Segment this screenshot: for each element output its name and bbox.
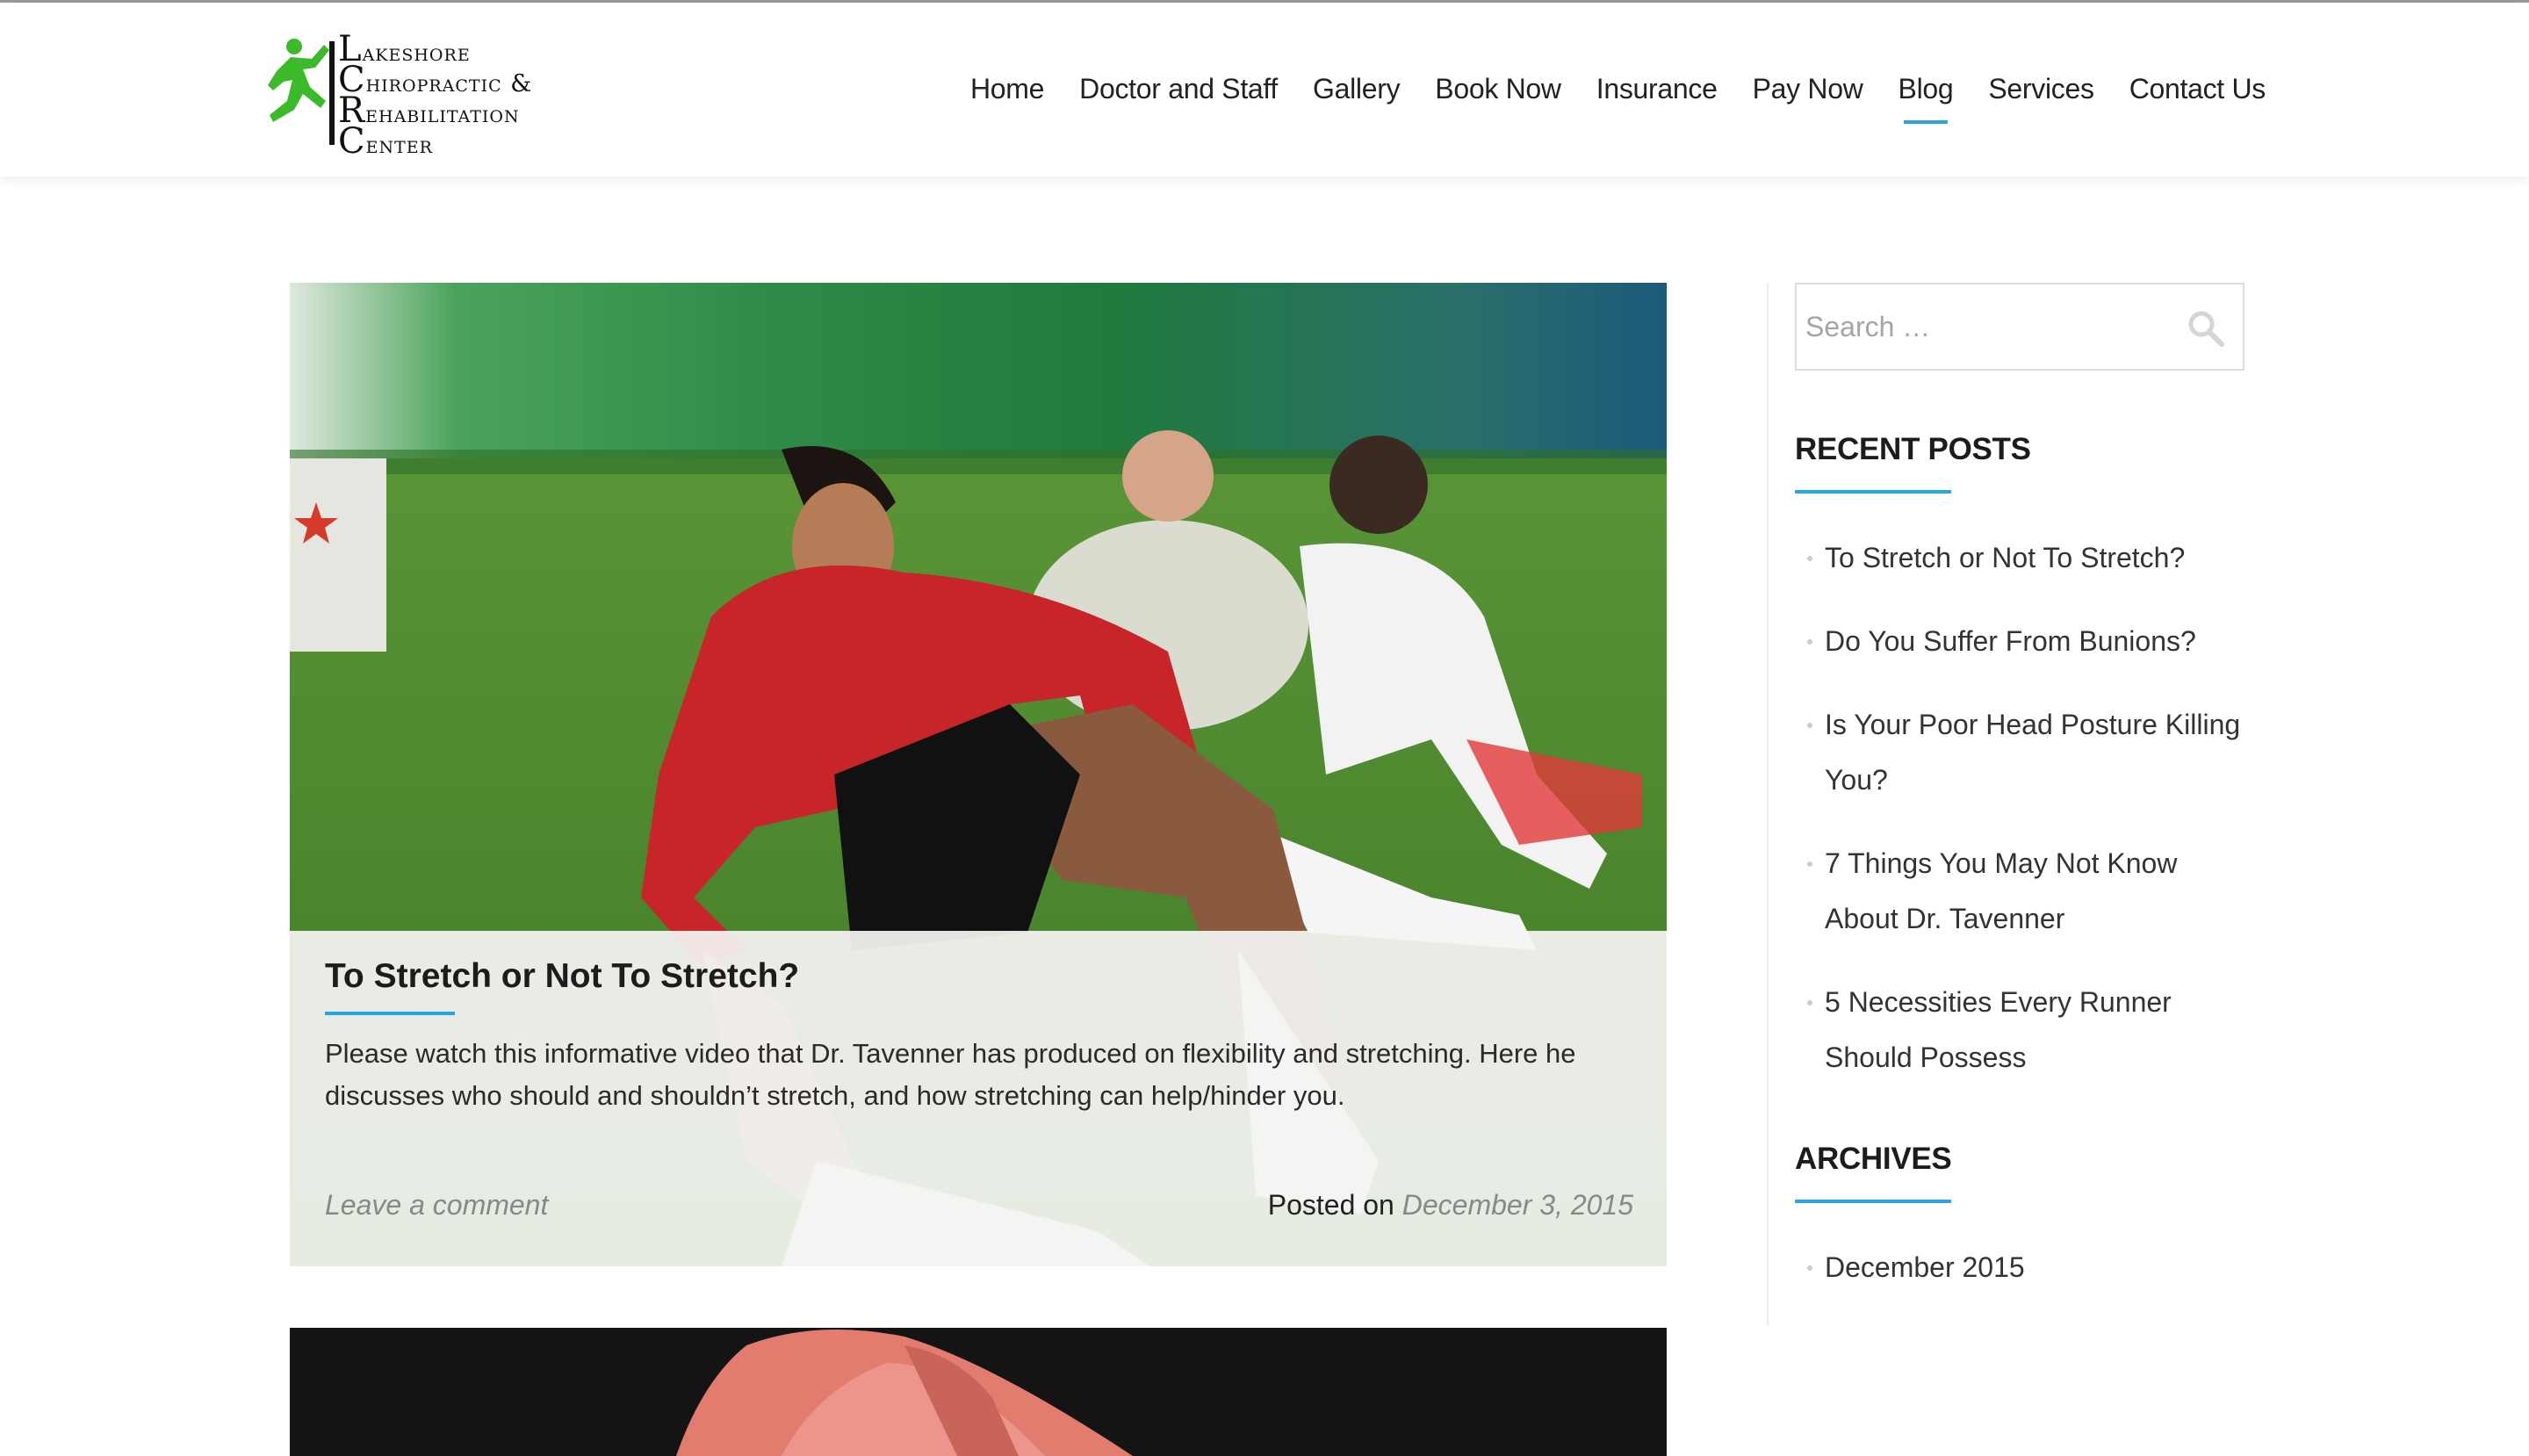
- recent-post-link[interactable]: 7 Things You May Not Know About Dr. Tave…: [1825, 847, 2177, 934]
- list-item: Is Your Poor Head Posture Killing You?: [1795, 697, 2252, 808]
- post-title[interactable]: To Stretch or Not To Stretch?: [325, 957, 799, 996]
- list-item: December 2015: [1795, 1240, 2252, 1295]
- posted-on-label: Posted on: [1267, 1189, 1394, 1221]
- nav-home[interactable]: Home: [970, 73, 1044, 105]
- nav-gallery[interactable]: Gallery: [1313, 73, 1401, 105]
- archives-list: December 2015: [1795, 1240, 2252, 1323]
- recent-posts-heading: RECENT POSTS: [1795, 432, 2031, 466]
- recent-post-link[interactable]: 5 Necessities Every Runner Should Posses…: [1825, 986, 2172, 1073]
- runner-icon: [268, 39, 335, 145]
- site-header: Lakeshore Chiropractic & Rehabilitation …: [0, 3, 2529, 177]
- logo-line: Center: [338, 121, 433, 162]
- logo-wordmark: Lakeshore Chiropractic & Rehabilitation …: [338, 29, 533, 162]
- search-input[interactable]: [1804, 297, 2176, 357]
- site-logo[interactable]: Lakeshore Chiropractic & Rehabilitation …: [268, 29, 566, 162]
- recent-post-link[interactable]: Do You Suffer From Bunions?: [1825, 625, 2196, 657]
- next-post-image[interactable]: [290, 1328, 1667, 1456]
- search-box: [1795, 283, 2244, 371]
- list-item: To Stretch or Not To Stretch?: [1795, 530, 2252, 586]
- sidebar: RECENT POSTS To Stretch or Not To Stretc…: [1767, 283, 2260, 1326]
- main-nav: Home Doctor and Staff Gallery Book Now I…: [970, 73, 2266, 124]
- archives-heading: ARCHIVES: [1795, 1142, 1952, 1176]
- post-featured-image: [290, 1328, 1667, 1456]
- logo-line: Lakeshore: [338, 29, 471, 69]
- logo-line: Chiropractic &: [338, 60, 533, 100]
- nav-contact-us[interactable]: Contact Us: [2129, 73, 2266, 105]
- title-underline: [325, 1012, 455, 1015]
- post-excerpt: Please watch this informative video that…: [325, 1038, 1576, 1111]
- nav-doctor-and-staff[interactable]: Doctor and Staff: [1079, 73, 1278, 105]
- post-date-link[interactable]: December 3, 2015: [1402, 1189, 1633, 1221]
- logo-line: Rehabilitation: [338, 90, 520, 131]
- nav-pay-now[interactable]: Pay Now: [1753, 73, 1863, 105]
- list-item: Do You Suffer From Bunions?: [1795, 614, 2252, 669]
- archive-link[interactable]: December 2015: [1825, 1251, 2025, 1283]
- leave-comment-link[interactable]: Leave a comment: [325, 1189, 548, 1222]
- list-item: 7 Things You May Not Know About Dr. Tave…: [1795, 836, 2252, 947]
- nav-services[interactable]: Services: [1988, 73, 2094, 105]
- search-icon[interactable]: [2187, 309, 2225, 348]
- recent-posts-list: To Stretch or Not To Stretch? Do You Suf…: [1795, 530, 2252, 1114]
- list-item: 5 Necessities Every Runner Should Posses…: [1795, 975, 2252, 1085]
- heading-underline: [1795, 490, 1951, 494]
- recent-post-link[interactable]: Is Your Poor Head Posture Killing You?: [1825, 709, 2240, 796]
- post-meta: Posted on December 3, 2015: [1268, 1189, 1633, 1222]
- nav-blog[interactable]: Blog: [1899, 73, 1954, 124]
- blog-post: To Stretch or Not To Stretch? Please wat…: [290, 283, 1667, 1266]
- nav-book-now[interactable]: Book Now: [1435, 73, 1561, 105]
- nav-insurance[interactable]: Insurance: [1596, 73, 1718, 105]
- heading-underline: [1795, 1200, 1951, 1203]
- recent-post-link[interactable]: To Stretch or Not To Stretch?: [1825, 542, 2185, 573]
